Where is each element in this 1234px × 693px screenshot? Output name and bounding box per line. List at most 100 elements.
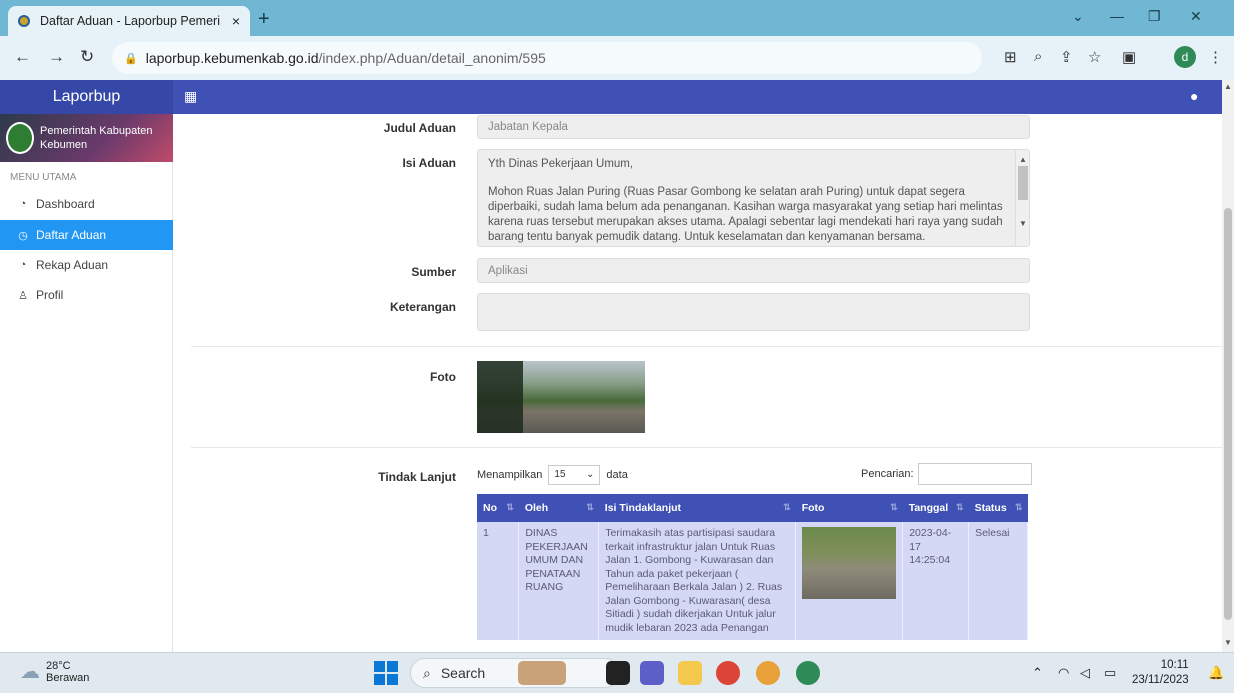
clock-icon: ◷ xyxy=(18,229,28,242)
section-divider xyxy=(191,447,1222,448)
sumber-label: Sumber xyxy=(411,265,456,279)
cell-isi: Terimakasih atas partisipasi saudara ter… xyxy=(598,522,797,640)
show-suffix: data xyxy=(606,469,628,481)
section-divider xyxy=(191,346,1222,347)
sort-icon: ⇅ xyxy=(1014,502,1023,512)
sidebar-item-rekap-aduan[interactable]: ◔ Rekap Aduan xyxy=(0,250,173,280)
cell-foto xyxy=(795,522,904,640)
textarea-scrollbar[interactable]: ▲ ▼ xyxy=(1015,150,1029,246)
cell-status: Selesai xyxy=(968,522,1028,640)
sidebar-item-label: Dashboard xyxy=(36,197,95,211)
tab-close-icon[interactable]: × xyxy=(232,13,240,29)
complaint-photo[interactable] xyxy=(477,361,645,433)
col-isi[interactable]: Isi Tindaklanjut ⇅ xyxy=(598,494,796,522)
url-field[interactable]: 🔒 laporbup.kebumenkab.go.id/index.php/Ad… xyxy=(112,42,982,74)
page-scrollbar[interactable]: ▲ ▼ xyxy=(1222,80,1234,652)
search-input[interactable] xyxy=(917,463,1032,485)
sidebar-item-daftar-aduan[interactable]: ◷ Daftar Aduan xyxy=(0,220,173,250)
clock[interactable]: 10:11 23/11/2023 xyxy=(1132,658,1189,688)
tray-chevron-icon[interactable]: ⌃ xyxy=(1032,665,1043,681)
show-prefix: Menampilkan xyxy=(477,469,543,481)
cell-oleh: DINAS PEKERJAAN UMUM DAN PENATAAN RUANG xyxy=(518,522,600,640)
new-tab-button[interactable]: + xyxy=(258,8,270,31)
cell-no: 1 xyxy=(477,522,520,640)
clock-date: 23/11/2023 xyxy=(1132,674,1189,686)
sort-icon: ⇅ xyxy=(783,502,791,512)
sort-icon: ⇅ xyxy=(586,502,594,512)
table-search: Pencarian: xyxy=(861,463,1032,485)
url-path: /index.php/Aduan/detail_anonim/595 xyxy=(318,50,546,66)
col-foto[interactable]: Foto ⇅ xyxy=(795,494,903,522)
browser-tab[interactable]: Daftar Aduan - Laporbup Pemeri × xyxy=(8,6,250,36)
sumber-field[interactable]: Aplikasi xyxy=(477,258,1030,283)
col-status[interactable]: Status ⇅ xyxy=(968,494,1028,522)
keterangan-field[interactable] xyxy=(477,293,1030,331)
col-tanggal[interactable]: Tanggal ⇅ xyxy=(902,494,969,522)
col-no[interactable]: No ⇅ xyxy=(477,494,519,522)
kebumen-logo-icon xyxy=(6,122,34,154)
url-host: laporbup.kebumenkab.go.id xyxy=(145,50,319,66)
profile-avatar[interactable]: d xyxy=(1174,46,1196,68)
chrome-icon[interactable] xyxy=(716,661,740,685)
address-bar-row: ← → ↻ 🔒 laporbup.kebumenkab.go.id/index.… xyxy=(0,36,1234,80)
start-button[interactable] xyxy=(374,661,398,685)
apps-grid-icon[interactable]: ▦ xyxy=(184,88,197,105)
tindak-lanjut-table: No ⇅ Oleh ⇅ Isi Tindaklanjut ⇅ Foto ⇅ Tangga… xyxy=(477,494,1028,640)
dashboard-icon: ◔ xyxy=(19,198,27,210)
isi-label: Isi Aduan xyxy=(402,156,456,170)
user-menu-icon[interactable]: ● xyxy=(1190,88,1198,104)
share-icon[interactable]: ⇪ xyxy=(1060,48,1073,66)
clock-time: 10:11 xyxy=(1160,659,1189,671)
task-view-icon[interactable] xyxy=(606,661,630,685)
chrome-profile-d-icon[interactable] xyxy=(796,661,820,685)
judul-field[interactable]: Jabatan Kepala xyxy=(477,115,1030,139)
taskbar-search[interactable]: ⌕ Search xyxy=(410,658,620,688)
col-oleh[interactable]: Oleh ⇅ xyxy=(518,494,599,522)
tab-search-icon[interactable]: ⌄ xyxy=(1072,8,1084,25)
lock-icon: 🔒 xyxy=(124,52,138,65)
forward-icon[interactable]: → xyxy=(48,47,65,67)
sidebar-item-label: Profil xyxy=(36,288,64,302)
translate-icon[interactable]: ⊞ xyxy=(1004,48,1017,66)
bookmark-star-icon[interactable]: ☆ xyxy=(1088,48,1101,66)
window-close-icon[interactable]: ✕ xyxy=(1190,8,1202,25)
table-row: 1 DINAS PEKERJAAN UMUM DAN PENATAAN RUAN… xyxy=(477,522,1028,640)
file-explorer-icon[interactable] xyxy=(678,661,702,685)
notification-bell-icon[interactable]: 🔔 xyxy=(1208,665,1224,681)
sort-icon: ⇅ xyxy=(956,502,964,512)
restore-icon[interactable]: ❐ xyxy=(1148,8,1161,25)
wifi-icon[interactable]: ◠ xyxy=(1058,665,1069,681)
sort-icon: ⇅ xyxy=(506,502,514,512)
minimize-icon[interactable]: — xyxy=(1110,8,1124,24)
teams-icon[interactable] xyxy=(640,661,664,685)
page-size-select[interactable]: 15 ⌄ xyxy=(548,465,601,485)
menu-kebab-icon[interactable]: ⋮ xyxy=(1208,48,1223,66)
volume-icon[interactable]: ◁ xyxy=(1080,665,1090,681)
isi-paragraph: Mohon Ruas Jalan Puring (Ruas Pasar Gomb… xyxy=(488,186,1003,243)
user-icon: ♙ xyxy=(18,289,28,302)
isi-textarea[interactable]: Yth Dinas Pekerjaan Umum, Mohon Ruas Jal… xyxy=(477,149,1030,247)
reload-icon[interactable]: ↻ xyxy=(80,47,94,67)
sidebar-item-dashboard[interactable]: ◔ Dashboard xyxy=(0,189,173,219)
side-panel-icon[interactable]: ▣ xyxy=(1122,48,1136,66)
zoom-icon[interactable]: ⌕ xyxy=(1034,48,1042,65)
sidebar: Pemerintah Kabupaten Kebumen MENU UTAMA … xyxy=(0,114,173,652)
followup-photo[interactable] xyxy=(802,527,897,599)
site-favicon-icon xyxy=(18,15,30,27)
banner-line2: Kebumen xyxy=(40,139,88,151)
page-size-control: Menampilkan 15 ⌄ data xyxy=(477,465,628,485)
banner-line1: Pemerintah Kabupaten xyxy=(40,125,153,137)
battery-icon[interactable]: ▭ xyxy=(1104,665,1116,681)
weather-text: Berawan xyxy=(46,671,90,684)
widget-app-icon[interactable] xyxy=(518,661,566,685)
taskbar-search-label: Search xyxy=(440,665,486,681)
back-icon[interactable]: ← xyxy=(14,47,31,67)
weather-widget[interactable]: ☁ 28°C Berawan xyxy=(20,659,89,684)
app-brand[interactable]: Laporbup xyxy=(0,80,173,114)
search-label: Pencarian: xyxy=(861,468,914,480)
chevron-down-icon: ⌄ xyxy=(586,469,595,480)
browser-tab-bar: Daftar Aduan - Laporbup Pemeri × + ⌄ — ❐… xyxy=(0,0,1234,36)
taskbar: ☁ 28°C Berawan ⌕ Search ⌃ ◠ ◁ ▭ 10:11 23… xyxy=(0,652,1234,693)
sidebar-item-profil[interactable]: ♙ Profil xyxy=(0,280,173,310)
chrome-profile-icon[interactable] xyxy=(756,661,780,685)
